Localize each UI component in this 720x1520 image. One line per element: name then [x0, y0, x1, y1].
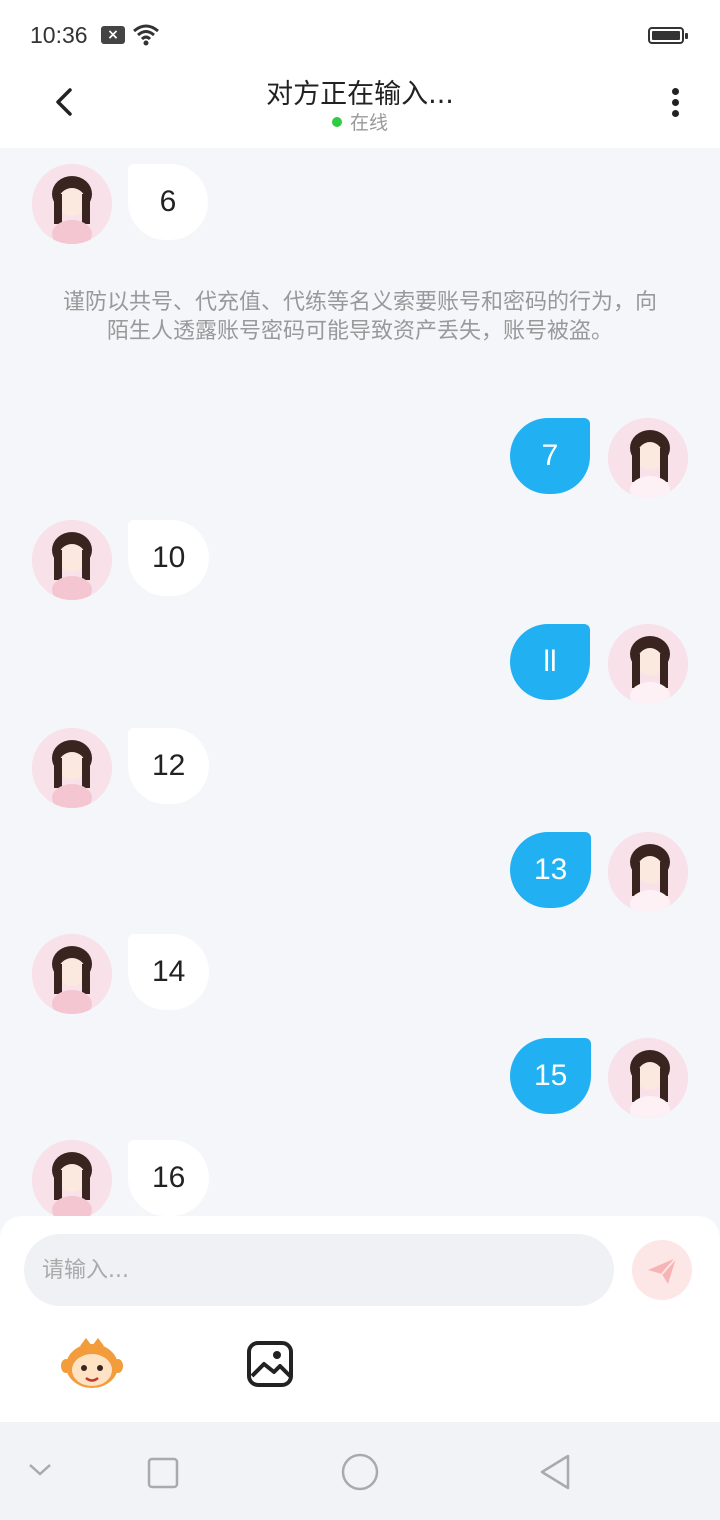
contact-avatar[interactable]	[32, 520, 112, 600]
incoming-message-bubble[interactable]: 6	[128, 164, 208, 240]
outgoing-message-bubble[interactable]: 13	[510, 832, 592, 908]
more-icon-dot	[672, 110, 679, 117]
wifi-icon	[133, 24, 159, 46]
incoming-message-bubble[interactable]: 12	[128, 728, 210, 804]
page-title: 对方正在输入...	[266, 79, 454, 110]
input-panel	[0, 1216, 720, 1422]
more-icon	[672, 88, 679, 95]
chat-screen: 10:36 × 对方正在输入... 在线 6 谨防以共号、代充值、代练等名义索要…	[0, 0, 720, 1520]
send-icon	[648, 1257, 677, 1284]
outgoing-message-bubble[interactable]: 7	[510, 418, 590, 494]
system-nav-bar	[0, 1422, 720, 1520]
my-avatar[interactable]	[608, 624, 688, 704]
my-avatar[interactable]	[608, 1038, 688, 1118]
online-status-text: 在线	[349, 112, 388, 134]
message-list[interactable]: 6 谨防以共号、代充值、代练等名义索要账号和密码的行为，向陌生人透露账号密码可能…	[0, 148, 720, 1216]
incoming-message-bubble[interactable]: 16	[128, 1140, 210, 1216]
contact-avatar[interactable]	[32, 164, 112, 244]
incoming-message-bubble[interactable]: 14	[128, 934, 210, 1010]
send-button[interactable]	[632, 1240, 692, 1300]
outgoing-message-bubble[interactable]: ll	[510, 624, 590, 700]
more-options-button[interactable]	[660, 80, 692, 124]
chat-header: 对方正在输入... 在线	[0, 70, 720, 148]
contact-avatar[interactable]	[32, 1140, 112, 1216]
nav-square-icon	[147, 1457, 179, 1489]
contact-avatar[interactable]	[32, 934, 112, 1014]
status-bar: 10:36 ×	[0, 0, 720, 70]
status-time: 10:36	[30, 22, 88, 48]
nav-recents-button[interactable]	[146, 1456, 180, 1494]
incoming-message-bubble[interactable]: 10	[128, 520, 210, 596]
outgoing-message-bubble[interactable]: 15	[510, 1038, 592, 1114]
contact-avatar[interactable]	[32, 728, 112, 808]
image-button[interactable]	[244, 1338, 296, 1390]
my-avatar[interactable]	[608, 418, 688, 498]
nav-triangle-icon	[540, 1454, 570, 1490]
my-avatar[interactable]	[608, 832, 688, 912]
emoji-button[interactable]	[60, 1336, 124, 1392]
nav-down-icon	[29, 1464, 51, 1476]
message-input[interactable]	[24, 1234, 614, 1306]
more-icon-dot	[672, 99, 679, 106]
nav-circle-icon	[341, 1453, 379, 1491]
nav-back-button[interactable]	[536, 1452, 576, 1496]
notification-x-icon: ×	[101, 26, 125, 44]
emoji-icon	[61, 1338, 123, 1388]
battery-icon	[648, 27, 688, 44]
online-status: 在线	[0, 108, 720, 135]
nav-hide-button[interactable]	[26, 1458, 54, 1486]
online-dot	[331, 117, 342, 127]
nav-home-button[interactable]	[340, 1452, 380, 1496]
security-notice: 谨防以共号、代充值、代练等名义索要账号和密码的行为，向陌生人透露账号密码可能导致…	[62, 290, 657, 344]
image-icon	[247, 1341, 293, 1387]
